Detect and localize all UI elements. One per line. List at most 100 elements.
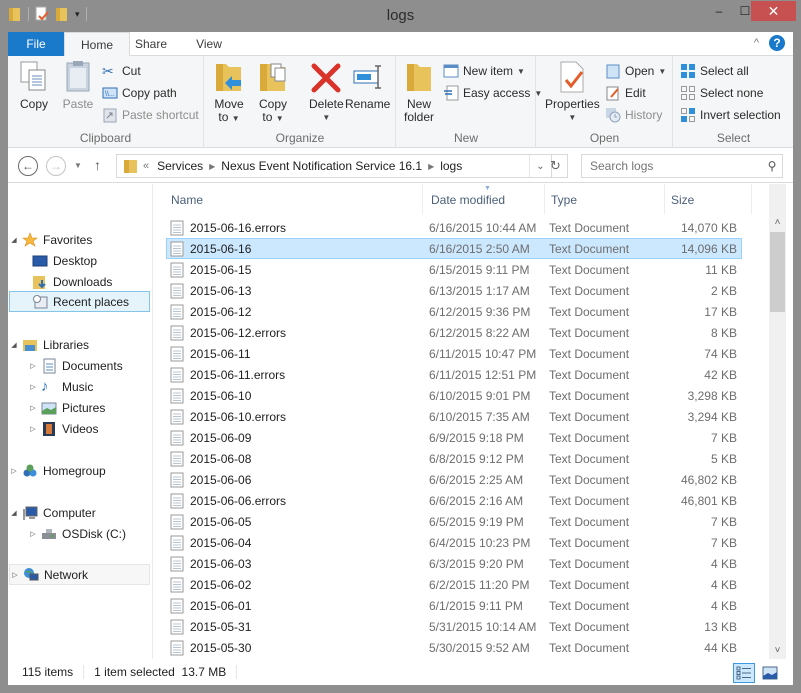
breadcrumb-separator-icon[interactable]: ▶: [209, 162, 215, 171]
nav-music[interactable]: ▷ ♪ Music: [9, 376, 150, 397]
scroll-up-icon[interactable]: ˄: [769, 214, 786, 231]
file-row[interactable]: 2015-06-03 6/3/2015 9:20 PM Text Document 4…: [166, 553, 742, 574]
file-row[interactable]: 2015-06-12 6/12/2015 9:36 PM Text Document…: [166, 301, 742, 322]
column-divider[interactable]: [544, 184, 545, 214]
copy-to-button[interactable]: Copy to ▼: [257, 60, 289, 125]
collapsed-icon[interactable]: ▷: [28, 404, 38, 412]
column-divider[interactable]: [664, 184, 665, 214]
move-to-button[interactable]: Move to ▼: [213, 60, 245, 125]
paste-button[interactable]: Paste: [62, 60, 94, 111]
address-bar[interactable]: « Services ▶ Nexus Event Notification Se…: [116, 154, 552, 178]
recent-locations-icon[interactable]: ▼: [74, 161, 82, 170]
file-row[interactable]: 2015-06-10.errors 6/10/2015 7:35 AM Text D…: [166, 406, 742, 427]
edit-button[interactable]: Edit: [605, 84, 646, 102]
breadcrumb-overflow[interactable]: «: [143, 160, 149, 172]
nav-recent-places[interactable]: Recent places: [9, 291, 150, 312]
column-date-modified[interactable]: Date modified: [431, 193, 505, 207]
back-button[interactable]: ←: [18, 156, 38, 176]
column-type[interactable]: Type: [551, 193, 577, 207]
nav-favorites[interactable]: ◢ Favorites: [9, 229, 150, 250]
select-all-button[interactable]: Select all: [680, 62, 749, 80]
column-name[interactable]: Name: [171, 193, 203, 207]
cut-button[interactable]: ✂ Cut: [102, 62, 141, 80]
column-divider[interactable]: [422, 184, 423, 214]
history-button[interactable]: History: [605, 106, 662, 124]
nav-computer[interactable]: ◢ Computer: [9, 502, 150, 523]
tab-file[interactable]: File: [8, 32, 64, 56]
expanded-icon[interactable]: ◢: [9, 236, 19, 244]
tab-share[interactable]: Share: [130, 32, 172, 56]
nav-desktop[interactable]: Desktop: [9, 250, 150, 271]
scrollbar-thumb[interactable]: [770, 232, 785, 312]
paste-shortcut-button[interactable]: Paste shortcut: [102, 106, 199, 124]
collapse-ribbon-icon[interactable]: ^: [754, 37, 759, 49]
breadcrumb-nexus-service[interactable]: Nexus Event Notification Service 16.1: [221, 159, 422, 173]
help-icon[interactable]: ?: [769, 35, 785, 51]
nav-pictures[interactable]: ▷ Pictures: [9, 397, 150, 418]
file-row[interactable]: 2015-06-16.errors 6/16/2015 10:44 AM Text …: [166, 217, 742, 238]
search-box[interactable]: ⚲: [581, 154, 783, 178]
scroll-down-icon[interactable]: ˅: [769, 642, 786, 659]
file-row[interactable]: 2015-06-10 6/10/2015 9:01 PM Text Document…: [166, 385, 742, 406]
collapsed-icon[interactable]: ▷: [28, 362, 38, 370]
column-size[interactable]: Size: [671, 193, 694, 207]
vertical-scrollbar[interactable]: ˄ ˅: [769, 184, 786, 659]
nav-osdisk[interactable]: ▷ OSDisk (C:): [9, 523, 150, 544]
file-row[interactable]: 2015-06-13 6/13/2015 1:17 AM Text Document…: [166, 280, 742, 301]
file-row[interactable]: 2015-06-09 6/9/2015 9:18 PM Text Document 7…: [166, 427, 742, 448]
refresh-button[interactable]: ↻: [544, 154, 568, 178]
file-row[interactable]: 2015-06-16 6/16/2015 2:50 AM Text Document…: [166, 238, 742, 259]
collapsed-icon[interactable]: ▷: [28, 383, 38, 391]
collapsed-icon[interactable]: ▷: [9, 467, 19, 475]
open-button[interactable]: Open ▼: [605, 62, 666, 80]
file-row[interactable]: 2015-06-11.errors 6/11/2015 12:51 PM Text …: [166, 364, 742, 385]
file-row[interactable]: 2015-06-12.errors 6/12/2015 8:22 AM Text D…: [166, 322, 742, 343]
new-folder-button[interactable]: New folder: [403, 60, 435, 124]
file-row[interactable]: 2015-05-31 5/31/2015 10:14 AM Text Documen…: [166, 616, 742, 637]
new-item-button[interactable]: New item ▼: [443, 62, 525, 80]
file-row[interactable]: 2015-06-06 6/6/2015 2:25 AM Text Document 4…: [166, 469, 742, 490]
minimize-button[interactable]: –: [706, 1, 732, 21]
file-row[interactable]: 2015-06-06.errors 6/6/2015 2:16 AM Text Do…: [166, 490, 742, 511]
collapsed-icon[interactable]: ▷: [10, 571, 20, 579]
breadcrumb-separator-icon[interactable]: ▶: [428, 162, 434, 171]
file-row[interactable]: 2015-06-11 6/11/2015 10:47 PM Text Documen…: [166, 343, 742, 364]
close-button[interactable]: ✕: [751, 1, 796, 21]
nav-homegroup[interactable]: ▷ Homegroup: [9, 460, 150, 481]
breadcrumb-services[interactable]: Services: [157, 159, 203, 173]
nav-documents[interactable]: ▷ Documents: [9, 355, 150, 376]
file-row[interactable]: 2015-06-01 6/1/2015 9:11 PM Text Document 4…: [166, 595, 742, 616]
file-row[interactable]: 2015-06-02 6/2/2015 11:20 PM Text Document…: [166, 574, 742, 595]
collapsed-icon[interactable]: ▷: [28, 425, 38, 433]
nav-downloads[interactable]: Downloads: [9, 271, 150, 292]
nav-videos[interactable]: ▷ Videos: [9, 418, 150, 439]
forward-button[interactable]: →: [46, 156, 66, 176]
invert-selection-button[interactable]: Invert selection: [680, 106, 781, 124]
nav-network[interactable]: ▷ Network: [9, 564, 150, 585]
large-icons-view-button[interactable]: [759, 663, 781, 683]
details-view-button[interactable]: [733, 663, 755, 683]
file-row[interactable]: 2015-06-04 6/4/2015 10:23 PM Text Document…: [166, 532, 742, 553]
breadcrumb-logs[interactable]: logs: [440, 159, 462, 173]
search-icon[interactable]: ⚲: [762, 159, 782, 173]
search-input[interactable]: [590, 159, 762, 173]
expanded-icon[interactable]: ◢: [9, 509, 19, 517]
tab-home[interactable]: Home: [64, 32, 130, 57]
easy-access-button[interactable]: Easy access ▼: [443, 84, 542, 102]
properties-button[interactable]: Properties ▼: [545, 60, 600, 124]
file-row[interactable]: 2015-06-15 6/15/2015 9:11 PM Text Document…: [166, 259, 742, 280]
up-button[interactable]: ↑: [94, 157, 101, 173]
column-divider[interactable]: [751, 184, 752, 214]
delete-button[interactable]: Delete ▼: [309, 60, 344, 124]
file-row[interactable]: 2015-05-30 5/30/2015 9:52 AM Text Document…: [166, 637, 742, 658]
expanded-icon[interactable]: ◢: [9, 341, 19, 349]
select-none-button[interactable]: Select none: [680, 84, 763, 102]
tab-view[interactable]: View: [186, 32, 232, 56]
copy-button[interactable]: Copy: [18, 60, 50, 111]
rename-button[interactable]: Rename: [345, 60, 390, 111]
nav-libraries[interactable]: ◢ Libraries: [9, 334, 150, 355]
file-row[interactable]: 2015-06-05 6/5/2015 9:19 PM Text Document 7…: [166, 511, 742, 532]
copy-path-button[interactable]: \\... Copy path: [102, 84, 177, 102]
file-row[interactable]: 2015-06-08 6/8/2015 9:12 PM Text Document 5…: [166, 448, 742, 469]
collapsed-icon[interactable]: ▷: [28, 530, 38, 538]
